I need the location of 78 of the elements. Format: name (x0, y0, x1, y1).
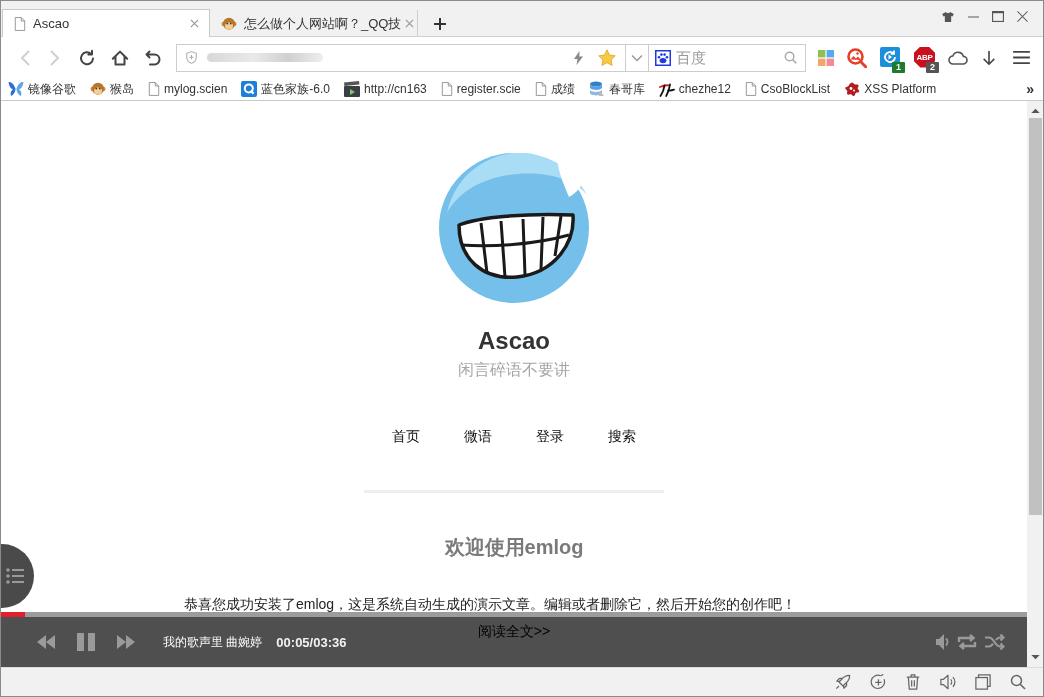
close-icon[interactable] (190, 19, 199, 28)
home-icon[interactable] (111, 48, 129, 67)
pause-icon[interactable] (77, 633, 95, 651)
image-search-icon[interactable] (847, 47, 867, 68)
page-icon (148, 82, 160, 96)
nav-link[interactable]: 登录 (514, 426, 586, 446)
bookmark-link[interactable]: http://cn163 (344, 81, 427, 97)
monkey-icon (90, 81, 106, 97)
more-bookmarks-button[interactable]: » (1026, 81, 1034, 97)
next-icon[interactable] (117, 635, 135, 649)
undo-icon[interactable] (144, 48, 162, 67)
download-icon[interactable] (981, 49, 997, 66)
brush-stroke-icon (658, 81, 675, 97)
site-title: Ascao (477, 327, 550, 355)
page-icon (14, 16, 26, 31)
search-icon[interactable] (1010, 674, 1026, 690)
page-icon (440, 82, 453, 96)
shirt-icon[interactable] (942, 11, 954, 22)
history-dropdown-button[interactable] (626, 43, 649, 72)
address-field[interactable] (176, 43, 626, 72)
bookmark-link[interactable]: 成绩 (534, 80, 575, 98)
window-icon[interactable] (975, 674, 991, 690)
circle-plus-icon[interactable] (870, 674, 886, 690)
progress-track[interactable] (1, 612, 1027, 617)
bookmark-link[interactable]: CsoBlockList (744, 82, 831, 96)
volume-icon[interactable] (936, 634, 949, 650)
count-badge: 2 (926, 61, 939, 73)
close-icon[interactable] (1017, 11, 1028, 22)
repeat-icon[interactable] (957, 634, 977, 650)
lightning-icon[interactable] (574, 50, 583, 65)
menu-icon[interactable] (1013, 51, 1030, 64)
shield-icon (186, 51, 197, 64)
close-icon[interactable] (405, 19, 415, 28)
trash-icon[interactable] (905, 674, 921, 690)
nav-link[interactable]: 首页 (370, 426, 442, 446)
q-logo-icon (241, 81, 258, 97)
bookmark-link[interactable]: mylog.scien (148, 82, 228, 96)
splat-icon (844, 81, 861, 97)
caret-icon (631, 53, 643, 62)
bookmark-link[interactable]: chezhe12 (658, 81, 731, 97)
scrollbar-thumb[interactable] (1028, 118, 1042, 515)
new-tab-icon[interactable] (434, 18, 446, 30)
rocket-icon[interactable] (835, 674, 851, 690)
site-tagline: 闲言碎语不要讲 (458, 360, 570, 380)
speaker-icon[interactable] (940, 674, 956, 690)
bookmark-link[interactable]: 镜像谷歌 (8, 80, 76, 98)
butterfly-icon (8, 81, 24, 97)
star-icon[interactable] (598, 49, 616, 66)
monkey-icon (221, 15, 237, 32)
play-time: 00:05/03:36 (276, 634, 347, 650)
bookmark-link[interactable]: register.scie (440, 82, 521, 96)
previous-icon[interactable] (37, 635, 55, 649)
post-excerpt: 恭喜您成功安装了emlog，这是系统自动生成的演示文章。编辑或者删除它，然后开始您的创作吧！ (184, 595, 798, 614)
bookmark-link[interactable]: 猴岛 (90, 80, 134, 98)
bookmark-link[interactable]: 春哥库 (588, 80, 645, 98)
database-icon (588, 81, 605, 97)
browser-tab[interactable]: Ascao (2, 9, 210, 37)
search-field[interactable]: 百度 (676, 49, 784, 66)
maximize-icon[interactable] (992, 11, 1004, 22)
reload-icon[interactable] (78, 48, 96, 67)
song-title: 我的歌声里 曲婉婷 (163, 633, 263, 651)
scroll-down-icon[interactable] (1030, 655, 1040, 660)
page-icon (744, 82, 757, 96)
shuffle-icon[interactable] (985, 634, 1005, 650)
paw-icon[interactable] (655, 49, 671, 66)
cloud-icon[interactable] (948, 50, 968, 65)
nav-link[interactable]: 微语 (442, 426, 514, 446)
scroll-up-icon[interactable] (1030, 108, 1040, 113)
bookmark-link[interactable]: XSS Platform (844, 81, 937, 97)
apps-grid-icon[interactable] (818, 49, 834, 66)
count-badge: 1 (892, 61, 905, 73)
search-box[interactable]: 百度 (649, 43, 806, 72)
nav-link[interactable]: 搜索 (586, 426, 658, 446)
list-icon (5, 568, 24, 584)
page-icon (534, 82, 547, 96)
bookmark-link[interactable]: 蓝色家族-6.0 (241, 80, 331, 98)
post-title[interactable]: 欢迎使用emlog (444, 534, 584, 560)
clapperboard-icon (344, 81, 361, 97)
